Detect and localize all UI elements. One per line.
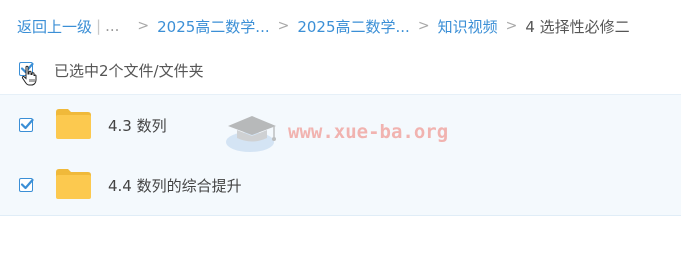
row-checkbox[interactable] [19,118,34,132]
selection-bar: 已选中2个文件/文件夹 [0,56,681,86]
breadcrumb-divider: | [96,17,102,35]
breadcrumb-separator: > [137,18,150,34]
check-icon [20,178,34,190]
back-link[interactable]: 返回上一级 [17,16,92,37]
breadcrumb-separator: > [505,18,518,34]
row-checkbox[interactable] [19,178,34,192]
file-row[interactable]: 4.4 数列的综合提升 [0,155,681,216]
hand-pointer-icon [21,65,37,86]
folder-icon [56,169,91,199]
breadcrumb-current: 4 选择性必修二 [525,17,630,36]
folder-name[interactable]: 4.3 数列 [108,115,167,136]
file-row[interactable]: 4.3 数列 [0,94,681,156]
breadcrumb-item[interactable]: 2025高二数学... [297,16,409,37]
breadcrumb-item[interactable]: 2025高二数学... [157,16,269,37]
breadcrumb-ellipsis[interactable]: ... [105,17,119,35]
breadcrumb-item[interactable]: 知识视频 [438,16,498,37]
breadcrumb-separator: > [417,18,430,34]
folder-name[interactable]: 4.4 数列的综合提升 [108,175,242,196]
folder-icon [56,109,91,139]
file-browser: 返回上一级 | ... > 2025高二数学... > 2025高二数学... … [0,0,681,274]
selection-count-label: 已选中2个文件/文件夹 [54,62,204,80]
check-icon [20,118,34,130]
breadcrumb-separator: > [277,18,290,34]
breadcrumb: 返回上一级 | ... > 2025高二数学... > 2025高二数学... … [17,14,630,38]
